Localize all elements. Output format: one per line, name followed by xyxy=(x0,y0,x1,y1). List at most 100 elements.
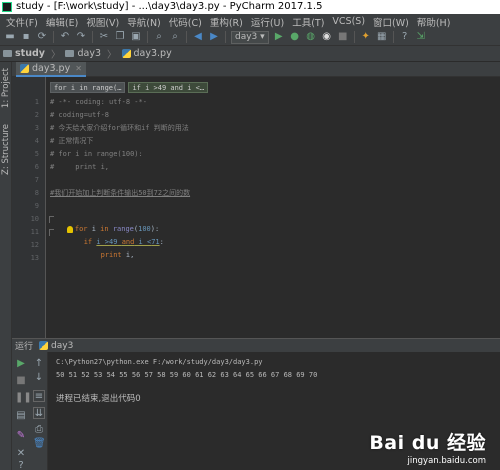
baidu-logo: Bai du 经验 xyxy=(369,432,486,454)
pause-icon[interactable]: ❚❚ xyxy=(15,392,32,404)
toolbar-separator xyxy=(186,31,187,43)
run-toolbar-primary: ▶ ■ ❚❚ ▤ ✎ ✕ ? xyxy=(12,352,32,470)
back-icon[interactable]: ◀ xyxy=(191,30,205,44)
menu-tools[interactable]: 工具(T) xyxy=(288,15,328,29)
menu-refactor[interactable]: 重构(R) xyxy=(206,15,247,29)
help-icon[interactable]: ? xyxy=(15,460,27,470)
clear-all-icon[interactable]: 🗑 xyxy=(33,438,46,450)
code-line-for: for i in range(100): xyxy=(50,214,159,233)
editor-tab-day3[interactable]: day3.py ✕ xyxy=(16,62,86,77)
profile-icon[interactable]: ◉ xyxy=(320,30,334,44)
menu-view[interactable]: 视图(V) xyxy=(82,15,123,29)
code-line-if: if i >49 and i <71: xyxy=(83,238,164,246)
code-line: # -*- coding: utf-8 -*- xyxy=(50,98,147,106)
nav-file[interactable]: day3.py xyxy=(121,48,172,59)
print-icon[interactable]: ⎙ xyxy=(33,424,45,436)
restore-layout-icon[interactable]: ▤ xyxy=(15,410,27,422)
run-icon[interactable]: ▶ xyxy=(272,30,286,44)
line-number: 12 xyxy=(30,241,39,249)
nav-project[interactable]: study xyxy=(3,48,45,59)
copy-icon[interactable]: ❐ xyxy=(113,30,127,44)
line-number: 11 xyxy=(30,228,39,236)
menu-run[interactable]: 运行(U) xyxy=(247,15,288,29)
menu-file[interactable]: 文件(F) xyxy=(2,15,42,29)
stop-icon[interactable]: ■ xyxy=(15,375,27,387)
save-all-icon[interactable]: ▪ xyxy=(19,30,33,44)
code-line-print: print i, xyxy=(100,251,135,259)
python-file-icon xyxy=(39,341,49,350)
debug-icon[interactable]: ● xyxy=(288,30,302,44)
scroll-up-icon[interactable]: ↑ xyxy=(33,358,45,370)
settings-icon[interactable]: ✦ xyxy=(359,30,373,44)
line-number: 3 xyxy=(34,124,39,132)
code-line: # for i in range(100): xyxy=(50,150,143,158)
console-command-line: C:\Python27\python.exe F:/work/study/day… xyxy=(56,358,263,366)
nav-file-label: day3.py xyxy=(133,48,172,59)
undo-icon[interactable]: ↶ xyxy=(58,30,72,44)
find-icon[interactable]: ⌕ xyxy=(152,30,166,44)
menu-navigate[interactable]: 导航(N) xyxy=(123,15,165,29)
redo-icon[interactable]: ↷ xyxy=(74,30,88,44)
code-line: # 正常情况下 xyxy=(50,137,94,145)
editor-tab-bar: day3.py ✕ xyxy=(12,62,500,77)
paste-icon[interactable]: ▣ xyxy=(129,30,143,44)
forward-icon[interactable]: ▶ xyxy=(207,30,221,44)
toolbar-separator xyxy=(53,31,54,43)
replace-icon[interactable]: ⌕ xyxy=(168,30,182,44)
nav-folder[interactable]: day3 xyxy=(65,48,101,59)
close-icon[interactable]: ✕ xyxy=(75,64,82,73)
menu-window[interactable]: 窗口(W) xyxy=(369,15,413,29)
run-config-name[interactable]: day3 xyxy=(51,341,73,351)
pin-icon[interactable]: ✎ xyxy=(15,430,27,442)
left-tool-strip: 1: Project Z: Structure xyxy=(0,62,12,470)
code-breadcrumb-if[interactable]: if i >49 and i <… xyxy=(128,82,209,93)
menu-help[interactable]: 帮助(H) xyxy=(413,15,455,29)
code-editor[interactable]: 1 2 3 4 5 6 7 8 9 10 11 12 13 for i in r… xyxy=(12,77,500,338)
pycharm-app-icon xyxy=(2,2,12,12)
run-panel-title: 运行 xyxy=(15,342,34,352)
help-icon[interactable]: ? xyxy=(398,30,412,44)
structure-tool-tab[interactable]: Z: Structure xyxy=(1,124,11,175)
run-panel-header: 运行 day3 xyxy=(12,338,500,352)
cut-icon[interactable]: ✂ xyxy=(97,30,111,44)
soft-wrap-icon[interactable]: ≡ xyxy=(33,390,45,402)
toolbar-separator xyxy=(92,31,93,43)
line-number: 10 xyxy=(30,215,39,223)
nav-project-label: study xyxy=(15,48,45,59)
fold-marker[interactable] xyxy=(49,229,54,236)
navigation-bar: study 〉 day3 〉 day3.py xyxy=(0,46,500,62)
python-file-icon xyxy=(121,49,131,58)
baidu-jingyan-watermark: Bai du 经验 jingyan.baidu.com xyxy=(368,428,486,468)
scroll-to-end-icon[interactable]: ⇊ xyxy=(33,407,45,419)
code-breadcrumbs: for i in range(… if i >49 and i <… xyxy=(50,82,211,93)
project-tool-tab[interactable]: 1: Project xyxy=(1,68,11,108)
open-folder-icon[interactable]: ▬ xyxy=(3,30,17,44)
fold-marker[interactable] xyxy=(49,216,54,223)
menu-code[interactable]: 代码(C) xyxy=(165,15,206,29)
project-structure-icon[interactable]: ▦ xyxy=(375,30,389,44)
run-configuration-select[interactable]: day3 ▾ xyxy=(231,30,269,44)
toolbar-separator xyxy=(353,31,355,43)
console-exit-line: 进程已结束,退出代码0 xyxy=(56,394,141,404)
menu-vcs[interactable]: VCS(S) xyxy=(328,16,369,27)
toolbar-separator xyxy=(147,31,148,43)
run-toolbar-secondary: ↑ ↓ ≡ ⇊ ⎙ 🗑 xyxy=(30,352,48,470)
window-title-bar: study - [F:\work\study] - ...\day3\day3.… xyxy=(0,0,500,14)
sync-icon[interactable]: ⟳ xyxy=(35,30,49,44)
toolbar-separator xyxy=(225,31,226,43)
menu-edit[interactable]: 编辑(E) xyxy=(42,15,82,29)
coverage-icon[interactable]: ◍ xyxy=(304,30,318,44)
line-number-gutter: 1 2 3 4 5 6 7 8 9 10 11 12 13 xyxy=(12,77,46,338)
code-line: # print i, xyxy=(50,163,110,171)
line-number: 4 xyxy=(34,137,39,145)
folder-icon xyxy=(3,50,12,57)
vcs-update-icon[interactable]: ⇲ xyxy=(414,30,428,44)
stop-icon[interactable]: ■ xyxy=(336,30,350,44)
rerun-icon[interactable]: ▶ xyxy=(15,358,27,370)
code-breadcrumb-for[interactable]: for i in range(… xyxy=(50,82,126,93)
toolbar-separator xyxy=(392,31,394,43)
scroll-down-icon[interactable]: ↓ xyxy=(33,372,45,384)
line-number: 9 xyxy=(34,202,39,210)
folder-icon xyxy=(65,50,75,57)
close-icon[interactable]: ✕ xyxy=(15,448,27,460)
